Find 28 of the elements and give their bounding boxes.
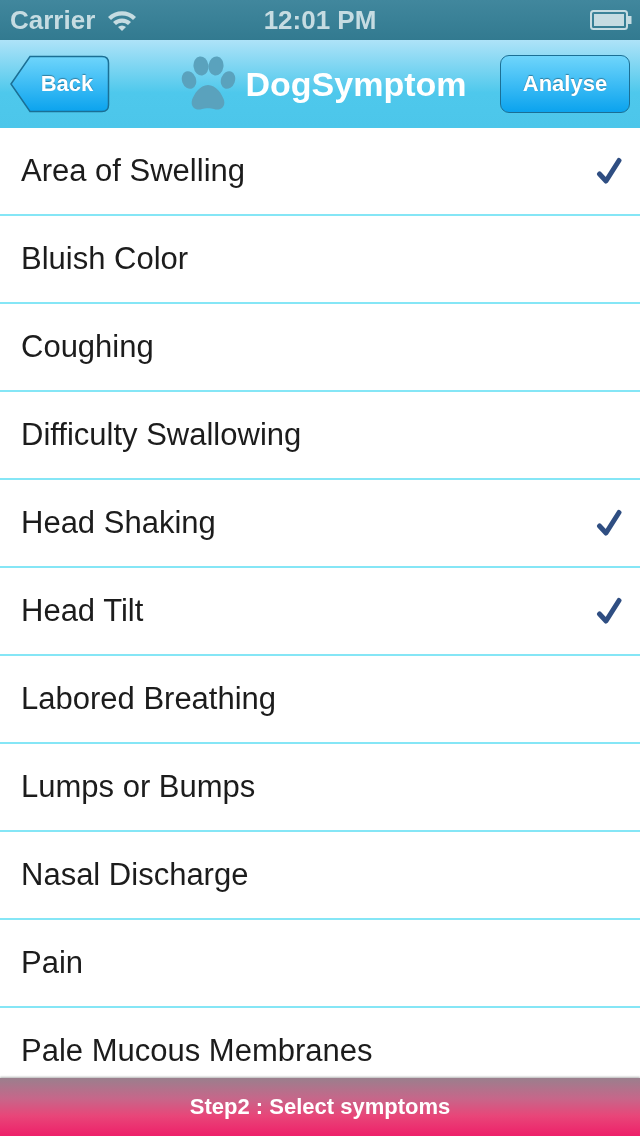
symptom-label: Pale Mucous Membranes	[21, 1033, 373, 1069]
status-time: 12:01 PM	[263, 5, 377, 35]
symptom-row[interactable]: Bluish Color	[0, 216, 640, 304]
symptom-label: Head Tilt	[21, 593, 144, 629]
symptom-label: Lumps or Bumps	[21, 769, 256, 805]
symptom-row[interactable]: Area of Swelling	[0, 128, 640, 216]
paw-icon	[179, 56, 236, 112]
symptom-label: Coughing	[21, 329, 154, 365]
symptom-label: Bluish Color	[21, 241, 189, 277]
carrier-label: Carrier	[10, 5, 96, 35]
symptom-row[interactable]: Head Shaking	[0, 480, 640, 568]
symptom-label: Nasal Discharge	[21, 857, 249, 893]
symptom-row[interactable]: Labored Breathing	[0, 656, 640, 744]
symptom-row[interactable]: Head Tilt	[0, 568, 640, 656]
symptom-label: Pain	[21, 945, 84, 981]
symptom-label: Labored Breathing	[21, 681, 277, 717]
wifi-icon	[107, 9, 138, 31]
symptom-label: Area of Swelling	[21, 153, 245, 189]
battery-icon	[590, 10, 632, 30]
symptom-row[interactable]: Pain	[0, 920, 640, 1008]
symptom-row[interactable]: Nasal Discharge	[0, 832, 640, 920]
symptom-row[interactable]: Coughing	[0, 304, 640, 392]
symptom-label: Head Shaking	[21, 505, 216, 541]
symptom-row[interactable]: Difficulty Swallowing	[0, 392, 640, 480]
symptom-row[interactable]: Lumps or Bumps	[0, 744, 640, 832]
step-label: Step2 : Select symptoms	[189, 1094, 451, 1120]
symptom-label: Difficulty Swallowing	[21, 417, 302, 453]
app-title: DogSymptom	[245, 64, 467, 104]
